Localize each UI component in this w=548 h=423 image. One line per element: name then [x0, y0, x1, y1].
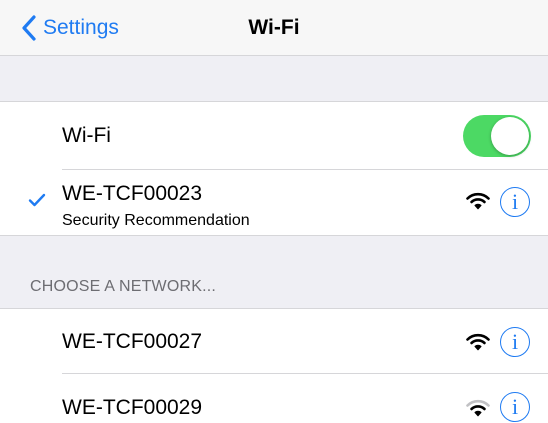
- wifi-signal-icon: [466, 399, 490, 417]
- connected-network-row[interactable]: WE-TCF00023 Security Recommendation i: [0, 170, 548, 235]
- back-button[interactable]: Settings: [22, 12, 119, 44]
- info-icon[interactable]: i: [500, 392, 530, 422]
- wifi-toggle-switch[interactable]: [463, 115, 531, 157]
- choose-network-section-header: CHOOSE A NETWORK...: [0, 235, 548, 309]
- wifi-signal-icon: [466, 333, 490, 351]
- connected-network-name: WE-TCF00023: [62, 182, 203, 205]
- info-icon[interactable]: i: [500, 327, 530, 357]
- network-row[interactable]: WE-TCF00029 i: [0, 374, 548, 423]
- wifi-settings-screen: Settings Wi-Fi Wi-Fi WE-TCF00023 Securit…: [0, 0, 548, 423]
- back-button-label: Settings: [43, 16, 119, 39]
- group-spacer: [0, 56, 548, 102]
- section-header-label: CHOOSE A NETWORK...: [30, 278, 217, 295]
- navigation-bar: Settings Wi-Fi: [0, 0, 548, 56]
- network-name: WE-TCF00029: [62, 396, 203, 419]
- toggle-knob: [491, 117, 529, 155]
- network-name: WE-TCF00027: [62, 330, 203, 353]
- wifi-signal-icon: [466, 192, 490, 210]
- info-icon[interactable]: i: [500, 187, 530, 217]
- chevron-left-icon: [22, 15, 36, 41]
- network-row[interactable]: WE-TCF00027 i: [0, 309, 548, 374]
- security-recommendation-label[interactable]: Security Recommendation: [62, 212, 250, 230]
- wifi-toggle-label: Wi-Fi: [62, 124, 111, 147]
- checkmark-icon: [28, 193, 46, 212]
- wifi-toggle-row: Wi-Fi: [0, 102, 548, 170]
